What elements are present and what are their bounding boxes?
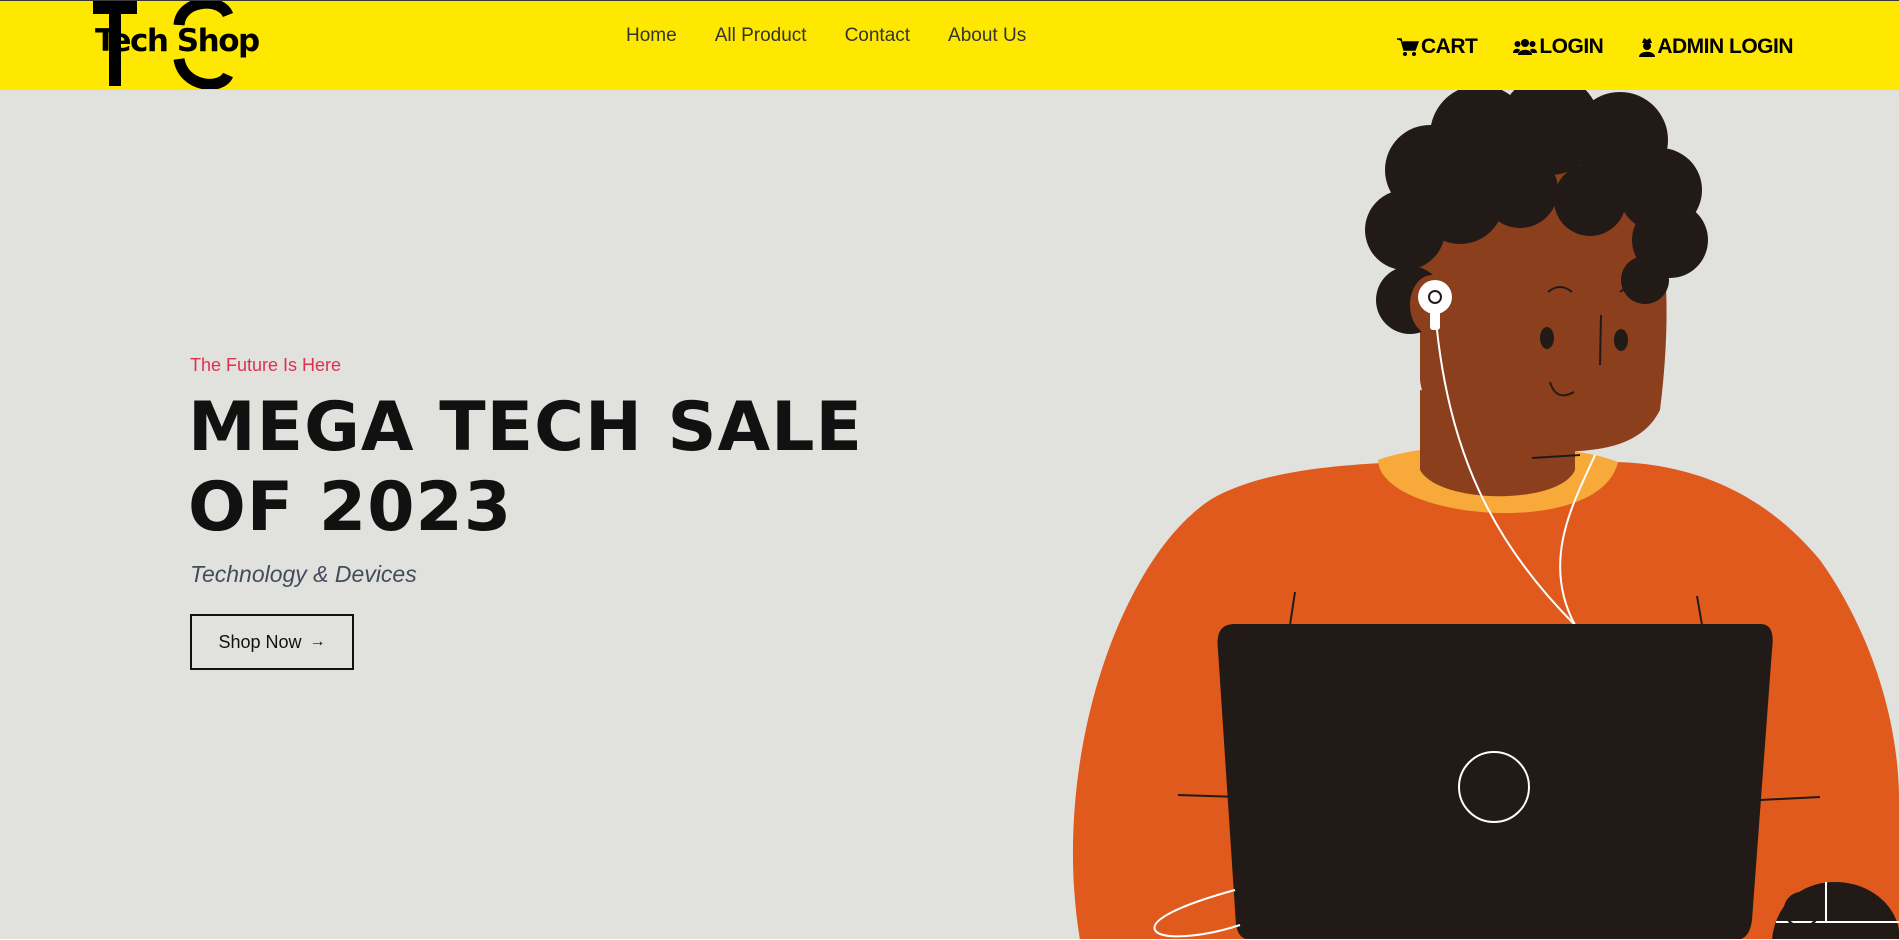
headline-line-2: OF 2023 — [188, 468, 513, 547]
users-icon — [1513, 39, 1538, 55]
logo-text[interactable]: Tech Shop — [95, 23, 260, 59]
nav-link-all-product[interactable]: All Product — [715, 25, 807, 47]
cart-icon — [1397, 38, 1419, 56]
hero-headline: MEGA TECH SALE OF 2023 — [188, 388, 888, 548]
user-secret-icon — [1639, 37, 1656, 57]
nav-link-about-us[interactable]: About Us — [948, 25, 1026, 47]
cart-button[interactable]: CART — [1397, 35, 1478, 59]
arrow-down-circle-icon — [1783, 891, 1821, 929]
nav-link-contact[interactable]: Contact — [845, 25, 910, 47]
hero-subtitle: Technology & Devices — [190, 561, 417, 587]
hero-tagline: The Future Is Here — [190, 355, 342, 375]
navbar: Tech Shop Home All Product Contact About… — [0, 1, 1899, 90]
nav-actions: CART LOGIN ADMIN LOGIN — [1397, 35, 1829, 59]
login-label: LOGIN — [1539, 35, 1604, 58]
arrow-right-icon: → — [309, 633, 326, 650]
cart-label: CART — [1421, 35, 1478, 58]
shop-now-button[interactable]: Shop Now → — [190, 614, 354, 670]
login-button[interactable]: LOGIN — [1513, 35, 1604, 59]
admin-login-button[interactable]: ADMIN LOGIN — [1639, 35, 1793, 59]
headline-line-1: MEGA TECH SALE — [188, 388, 863, 467]
scroll-down-button[interactable] — [1783, 891, 1821, 929]
admin-login-label: ADMIN LOGIN — [1657, 35, 1793, 58]
nav-link-home[interactable]: Home — [626, 25, 677, 47]
shop-now-label: Shop Now — [218, 631, 302, 652]
main-nav: Home All Product Contact About Us — [626, 25, 1064, 47]
